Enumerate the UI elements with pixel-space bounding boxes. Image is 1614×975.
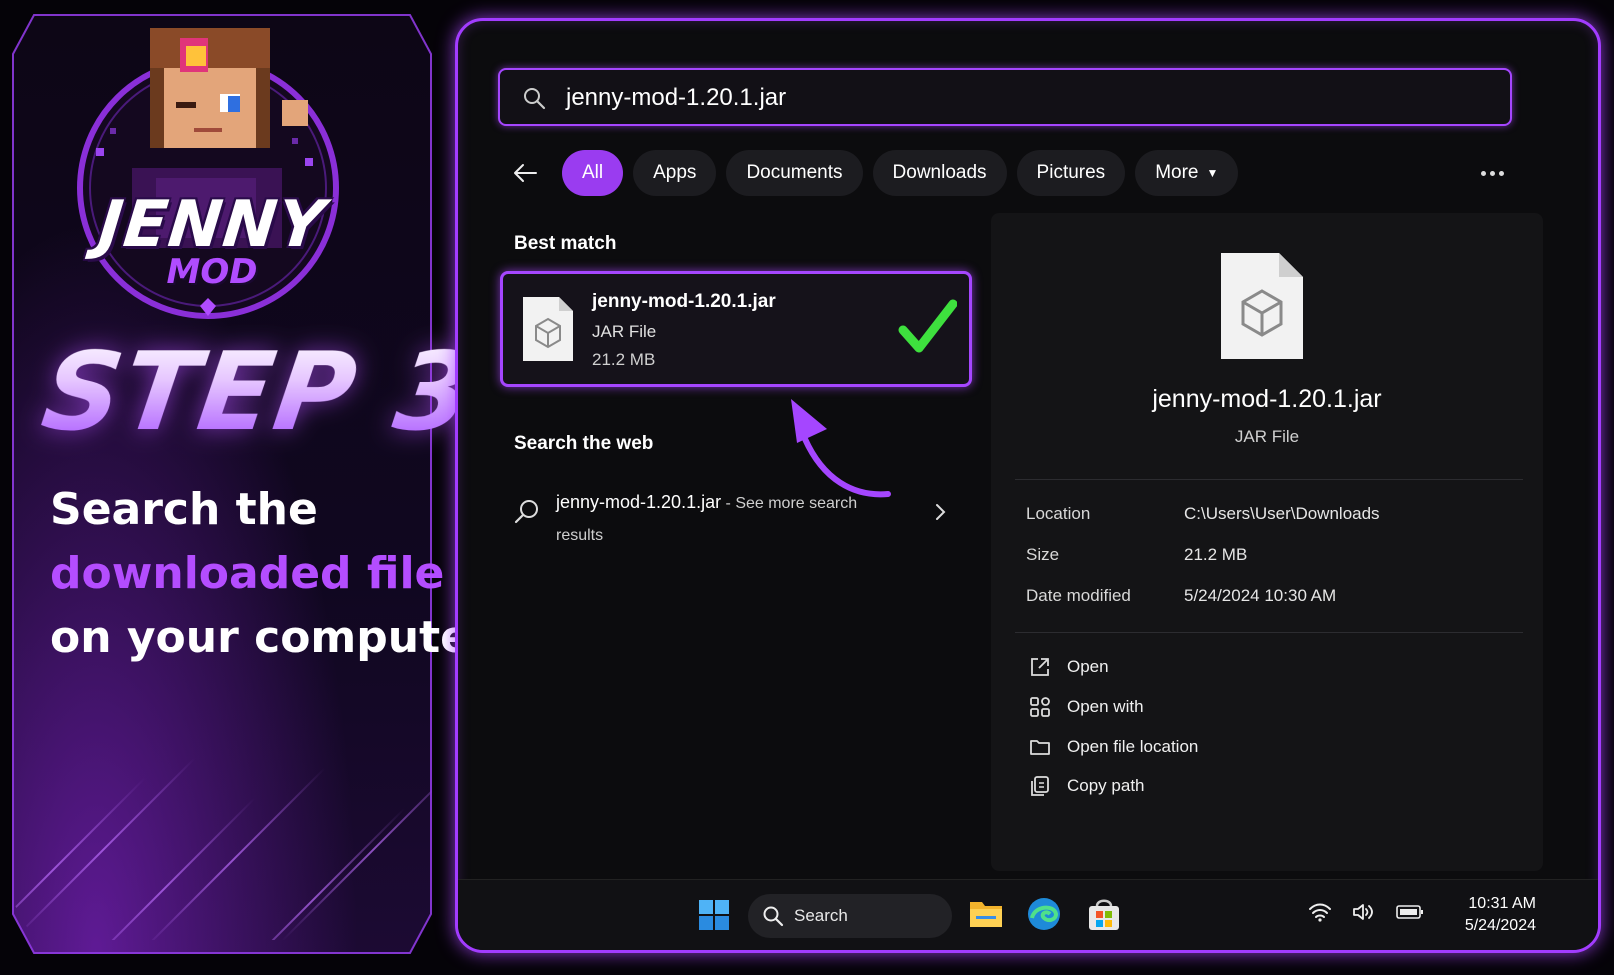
action-open-label: Open bbox=[1067, 657, 1109, 676]
prop-size-value: 21.2 MB bbox=[1184, 545, 1248, 564]
detail-name: jenny-mod-1.20.1.jar bbox=[1152, 385, 1382, 413]
apps-grid-icon bbox=[1030, 697, 1050, 717]
taskbar: Search 10:31 AM 5/24/2024 bbox=[458, 879, 1598, 950]
web-result-text: jenny-mod-1.20.1.jar - See more search r… bbox=[556, 487, 886, 551]
chevron-right-icon bbox=[936, 504, 946, 520]
detail-type: JAR File bbox=[1234, 427, 1300, 446]
back-button[interactable] bbox=[506, 154, 544, 192]
best-match-size: 21.2 MB bbox=[592, 350, 656, 369]
filter-downloads-label: Downloads bbox=[892, 162, 987, 183]
search-bar[interactable]: jenny-mod-1.20.1.jar bbox=[498, 68, 1512, 126]
divider bbox=[1015, 632, 1523, 633]
filter-more[interactable]: More ▼ bbox=[1135, 150, 1239, 196]
web-search-result[interactable]: jenny-mod-1.20.1.jar - See more search r… bbox=[510, 481, 960, 551]
microsoft-store-icon[interactable] bbox=[1086, 896, 1122, 932]
filter-apps[interactable]: Apps bbox=[633, 150, 717, 196]
step-title: STEP 3 bbox=[35, 330, 482, 455]
best-match-label: Best match bbox=[514, 233, 617, 254]
filter-all[interactable]: All bbox=[562, 150, 624, 196]
wifi-icon[interactable] bbox=[1308, 902, 1332, 922]
filter-documents[interactable]: Documents bbox=[726, 150, 863, 196]
clock-time: 10:31 AM bbox=[1468, 895, 1536, 912]
search-input[interactable]: jenny-mod-1.20.1.jar bbox=[566, 84, 786, 112]
filter-pictures[interactable]: Pictures bbox=[1016, 150, 1126, 196]
file-explorer-icon[interactable] bbox=[968, 896, 1004, 930]
caret-down-icon: ▼ bbox=[1206, 166, 1219, 180]
best-match-type: JAR File bbox=[592, 322, 657, 341]
logo-title: JENNY bbox=[95, 188, 329, 262]
prop-size-key: Size bbox=[1026, 545, 1060, 564]
best-match-name: jenny-mod-1.20.1.jar bbox=[592, 291, 776, 312]
logo-wordmark: JENNY MOD bbox=[62, 188, 362, 292]
jar-file-icon bbox=[523, 297, 573, 361]
search-icon bbox=[514, 500, 538, 524]
filter-downloads[interactable]: Downloads bbox=[872, 150, 1007, 196]
battery-icon[interactable] bbox=[1396, 904, 1424, 920]
taskbar-clock[interactable]: 10:31 AM 5/24/2024 bbox=[1456, 893, 1536, 937]
system-tray[interactable] bbox=[1308, 902, 1424, 922]
filter-bar: All Apps Documents Downloads Pictures Mo… bbox=[506, 148, 1248, 198]
filter-pictures-label: Pictures bbox=[1036, 162, 1106, 183]
desc-line-2: downloaded file bbox=[50, 548, 445, 599]
filter-all-label: All bbox=[582, 162, 604, 183]
desc-line-3: on your computer bbox=[50, 612, 492, 663]
best-match-result[interactable]: jenny-mod-1.20.1.jar JAR File 21.2 MB bbox=[500, 271, 972, 387]
divider bbox=[1015, 479, 1523, 480]
taskbar-search[interactable]: Search bbox=[748, 894, 952, 938]
windows-start-icon[interactable] bbox=[698, 899, 730, 931]
clock-date: 5/24/2024 bbox=[1464, 917, 1536, 934]
desc-line-1: Search the bbox=[50, 484, 318, 535]
volume-icon[interactable] bbox=[1352, 902, 1376, 922]
filter-more-label: More bbox=[1155, 162, 1199, 183]
action-open-with-label: Open with bbox=[1067, 697, 1144, 716]
search-icon bbox=[763, 906, 784, 927]
prop-date-value: 5/24/2024 10:30 AM bbox=[1184, 586, 1337, 605]
prop-location-value: C:\Users\User\Downloads bbox=[1184, 504, 1380, 523]
jar-file-icon bbox=[1221, 253, 1303, 359]
search-icon bbox=[524, 88, 546, 110]
search-web-label: Search the web bbox=[514, 433, 654, 454]
action-open-file-location[interactable]: Open file location bbox=[1029, 733, 1198, 761]
web-query: jenny-mod-1.20.1.jar bbox=[556, 492, 722, 512]
open-external-icon bbox=[1031, 658, 1049, 676]
action-copy-path-label: Copy path bbox=[1067, 776, 1145, 795]
filter-apps-label: Apps bbox=[653, 162, 697, 183]
prop-location-key: Location bbox=[1026, 504, 1091, 523]
taskbar-search-label: Search bbox=[794, 906, 848, 925]
arrow-left-icon bbox=[514, 164, 537, 182]
prop-date-key: Date modified bbox=[1026, 586, 1131, 605]
action-copy-path[interactable]: Copy path bbox=[1029, 772, 1145, 800]
action-open[interactable]: Open bbox=[1029, 653, 1109, 681]
checkmark-icon bbox=[898, 299, 957, 353]
more-options-icon[interactable] bbox=[1481, 161, 1511, 185]
edge-browser-icon[interactable] bbox=[1026, 896, 1062, 932]
action-open-with[interactable]: Open with bbox=[1029, 693, 1144, 721]
step-description: Search the downloaded file on your compu… bbox=[50, 478, 492, 670]
windows-search-window: jenny-mod-1.20.1.jar All Apps Documents … bbox=[455, 18, 1601, 953]
filter-documents-label: Documents bbox=[746, 162, 843, 183]
folder-icon bbox=[1030, 740, 1050, 755]
detail-pane: jenny-mod-1.20.1.jar JAR File Location C… bbox=[991, 213, 1543, 871]
action-open-file-location-label: Open file location bbox=[1067, 737, 1199, 756]
copy-path-icon bbox=[1031, 776, 1049, 796]
